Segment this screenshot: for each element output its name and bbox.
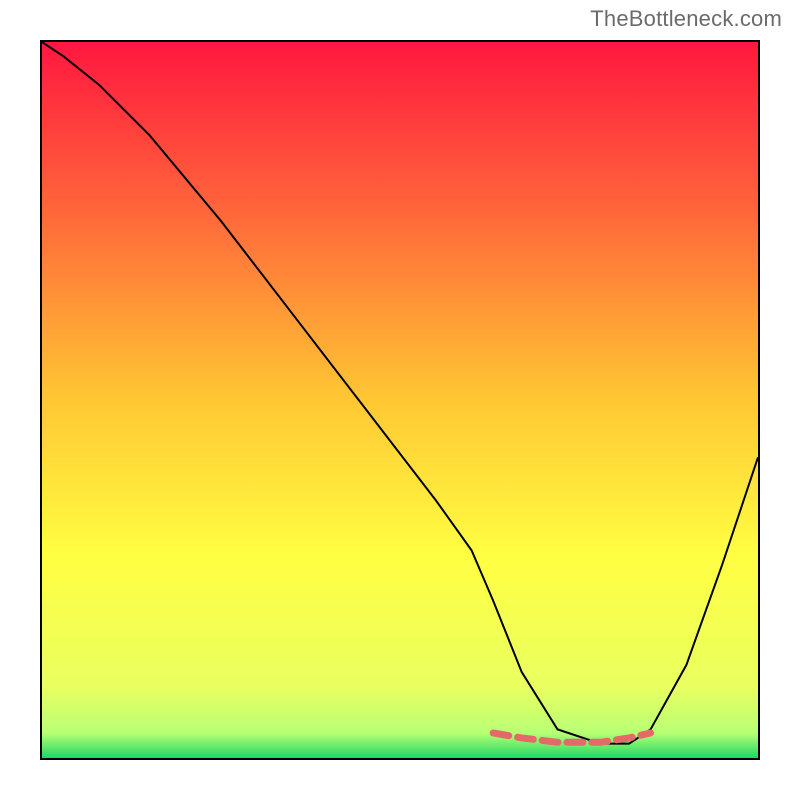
watermark-text: TheBottleneck.com <box>590 6 782 32</box>
chart-curve-layer <box>42 42 758 758</box>
chart-plot-area <box>40 40 760 760</box>
bottleneck-curve-line <box>42 42 758 744</box>
